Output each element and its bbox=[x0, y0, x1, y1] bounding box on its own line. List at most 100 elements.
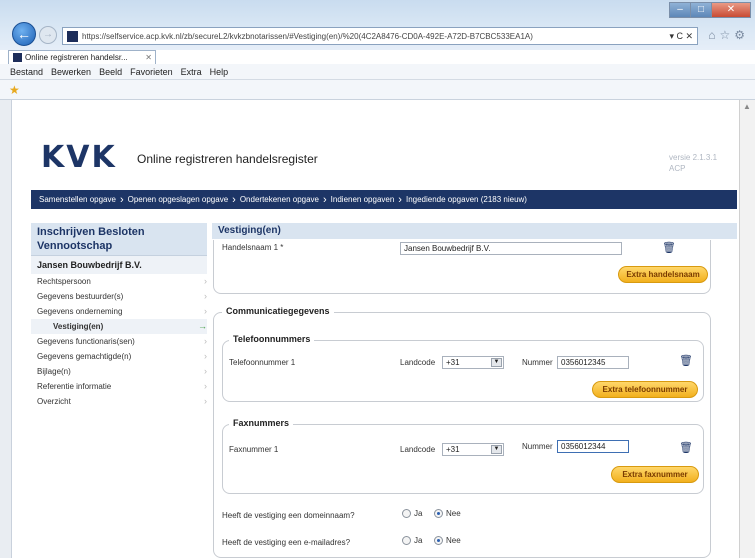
emailadres-question: Heeft de vestiging een e-mailadres? bbox=[222, 538, 351, 547]
radio-icon[interactable] bbox=[402, 509, 411, 518]
telefoon-landcode-select[interactable]: +31 ▼ bbox=[442, 356, 504, 369]
sidebar-item-label: Vestiging(en) bbox=[53, 322, 104, 331]
browser-tab[interactable]: Online registreren handelsr... ✕ bbox=[8, 50, 156, 64]
chevron-right-icon: › bbox=[204, 381, 207, 391]
trash-icon[interactable]: 🗑 bbox=[662, 241, 676, 254]
menu-bewerken[interactable]: Bewerken bbox=[51, 67, 91, 77]
sidebar-item-referentie[interactable]: Referentie informatie › bbox=[31, 379, 207, 394]
gear-icon[interactable]: ⚙ bbox=[734, 28, 749, 42]
menu-beeld[interactable]: Beeld bbox=[99, 67, 122, 77]
landcode-label: Landcode bbox=[400, 445, 436, 454]
tab-favicon bbox=[13, 53, 22, 62]
menu-help[interactable]: Help bbox=[210, 67, 229, 77]
version-info: versie 2.1.3.1 ACP bbox=[669, 152, 717, 174]
tab-title[interactable]: Online registreren handelsr... bbox=[25, 53, 145, 62]
step-indienen[interactable]: Indienen opgaven bbox=[331, 195, 395, 204]
favorites-star-icon[interactable]: ★ bbox=[9, 83, 20, 97]
address-controls[interactable]: ▾ C ✕ bbox=[665, 31, 697, 42]
telefoon-panel: Telefoonnummers Telefoonnummer 1 Landcod… bbox=[222, 334, 704, 402]
sidebar-company: Jansen Bouwbedrijf B.V. bbox=[31, 255, 207, 274]
nummer-label: Nummer bbox=[522, 358, 553, 367]
sidebar-item-bestuurders[interactable]: Gegevens bestuurder(s) › bbox=[31, 289, 207, 304]
sidebar-item-label: Gegevens bestuurder(s) bbox=[37, 292, 124, 301]
extra-telefoonnummer-button[interactable]: Extra telefoonnummer bbox=[592, 381, 698, 398]
back-arrow-icon[interactable]: ← bbox=[12, 22, 36, 46]
url-text[interactable]: https://selfservice.acp.kvk.nl/zb/secure… bbox=[82, 32, 665, 41]
vertical-scrollbar[interactable]: ▲ bbox=[739, 100, 755, 558]
menu-bestand[interactable]: Bestand bbox=[10, 67, 43, 77]
minimize-icon[interactable]: – bbox=[669, 2, 691, 18]
step-openen[interactable]: Openen opgeslagen opgave bbox=[128, 195, 229, 204]
radio-selected-icon[interactable] bbox=[434, 509, 443, 518]
sidebar-item-onderneming[interactable]: Gegevens onderneming › bbox=[31, 304, 207, 319]
favorites-bar: ★ bbox=[0, 80, 755, 100]
menu-extra[interactable]: Extra bbox=[181, 67, 202, 77]
sidebar-item-overzicht[interactable]: Overzicht › bbox=[31, 394, 207, 409]
sidebar-item-vestigingen[interactable]: Vestiging(en) → bbox=[31, 319, 207, 334]
section-heading: Vestiging(en) bbox=[212, 223, 737, 239]
forward-arrow-icon[interactable]: → bbox=[39, 26, 57, 44]
browser-chrome: – □ ✕ ← → https://selfservice.acp.kvk.nl… bbox=[0, 0, 755, 50]
home-icon[interactable]: ⌂ bbox=[708, 28, 719, 42]
landcode-label: Landcode bbox=[400, 358, 436, 367]
domeinnaam-nee-radio[interactable]: Nee bbox=[434, 509, 461, 518]
chevron-right-icon: › bbox=[232, 193, 236, 206]
step-samenstellen[interactable]: Samenstellen opgave bbox=[39, 195, 116, 204]
close-icon[interactable]: ✕ bbox=[711, 2, 751, 18]
chevron-right-icon: › bbox=[398, 193, 402, 206]
radio-selected-icon[interactable] bbox=[434, 536, 443, 545]
chevron-right-icon: › bbox=[204, 276, 207, 286]
handelsnaam-input[interactable]: Jansen Bouwbedrijf B.V. bbox=[400, 242, 622, 255]
star-icon[interactable]: ☆ bbox=[719, 28, 734, 42]
sidebar-item-label: Rechtspersoon bbox=[37, 277, 91, 286]
handelsnaam-panel: Handelsnaam 1 * Jansen Bouwbedrijf B.V. … bbox=[213, 240, 711, 294]
maximize-icon[interactable]: □ bbox=[690, 2, 712, 18]
scroll-up-icon[interactable]: ▲ bbox=[743, 102, 751, 111]
domeinnaam-ja-radio[interactable]: Ja bbox=[402, 509, 422, 518]
menu-favorieten[interactable]: Favorieten bbox=[130, 67, 173, 77]
radio-label: Ja bbox=[414, 509, 423, 518]
tab-close-icon[interactable]: ✕ bbox=[145, 53, 155, 62]
sidebar-item-bijlagen[interactable]: Bijlage(n) › bbox=[31, 364, 207, 379]
site-favicon bbox=[67, 30, 78, 42]
trash-icon[interactable]: 🗑 bbox=[679, 441, 693, 454]
chevron-right-icon: › bbox=[204, 366, 207, 376]
menu-bar: Bestand Bewerken Beeld Favorieten Extra … bbox=[0, 64, 755, 80]
sidebar-item-functionarissen[interactable]: Gegevens functionaris(sen) › bbox=[31, 334, 207, 349]
chevron-right-icon: › bbox=[204, 336, 207, 346]
radio-label: Nee bbox=[446, 536, 461, 545]
sidebar-item-label: Gegevens gemachtigde(n) bbox=[37, 352, 132, 361]
fax-nummer-input[interactable]: 0356012344 bbox=[557, 440, 629, 453]
page-content: KVK Online registreren handelsregister v… bbox=[13, 100, 739, 558]
chevron-down-icon[interactable]: ▼ bbox=[491, 445, 502, 454]
fax-legend: Faxnummers bbox=[229, 418, 294, 428]
telefoon-label: Telefoonnummer 1 bbox=[229, 358, 296, 367]
fax-label: Faxnummer 1 bbox=[229, 445, 279, 454]
chevron-right-icon: › bbox=[204, 396, 207, 406]
sidebar-item-rechtspersoon[interactable]: Rechtspersoon › bbox=[31, 274, 207, 289]
step-ondertekenen[interactable]: Ondertekenen opgave bbox=[240, 195, 319, 204]
fax-landcode-select[interactable]: +31 ▼ bbox=[442, 443, 504, 456]
emailadres-nee-radio[interactable]: Nee bbox=[434, 536, 461, 545]
emailadres-ja-radio[interactable]: Ja bbox=[402, 536, 422, 545]
radio-label: Ja bbox=[414, 536, 423, 545]
trash-icon[interactable]: 🗑 bbox=[679, 354, 693, 367]
chevron-right-icon: › bbox=[204, 306, 207, 316]
radio-icon[interactable] bbox=[402, 536, 411, 545]
sidebar-item-gemachtigden[interactable]: Gegevens gemachtigde(n) › bbox=[31, 349, 207, 364]
chevron-right-icon: › bbox=[204, 351, 207, 361]
version-env: ACP bbox=[669, 164, 686, 173]
landcode-value: +31 bbox=[446, 358, 460, 367]
chevron-right-icon: › bbox=[204, 291, 207, 301]
extra-handelsnaam-button[interactable]: Extra handelsnaam bbox=[618, 266, 708, 283]
address-bar[interactable]: https://selfservice.acp.kvk.nl/zb/secure… bbox=[62, 27, 698, 45]
extra-faxnummer-button[interactable]: Extra faxnummer bbox=[611, 466, 699, 483]
telefoon-nummer-input[interactable]: 0356012345 bbox=[557, 356, 629, 369]
radio-label: Nee bbox=[446, 509, 461, 518]
communicatie-panel: Communicatiegegevens Telefoonnummers Tel… bbox=[213, 306, 711, 558]
toolbar-icons[interactable]: ⌂☆⚙ bbox=[708, 28, 749, 42]
fax-panel: Faxnummers Faxnummer 1 Landcode +31 ▼ Nu… bbox=[222, 418, 704, 494]
chevron-down-icon[interactable]: ▼ bbox=[491, 358, 502, 367]
step-ingediend[interactable]: Ingediende opgaven (2183 nieuw) bbox=[406, 195, 527, 204]
domeinnaam-question: Heeft de vestiging een domeinnaam? bbox=[222, 511, 355, 520]
